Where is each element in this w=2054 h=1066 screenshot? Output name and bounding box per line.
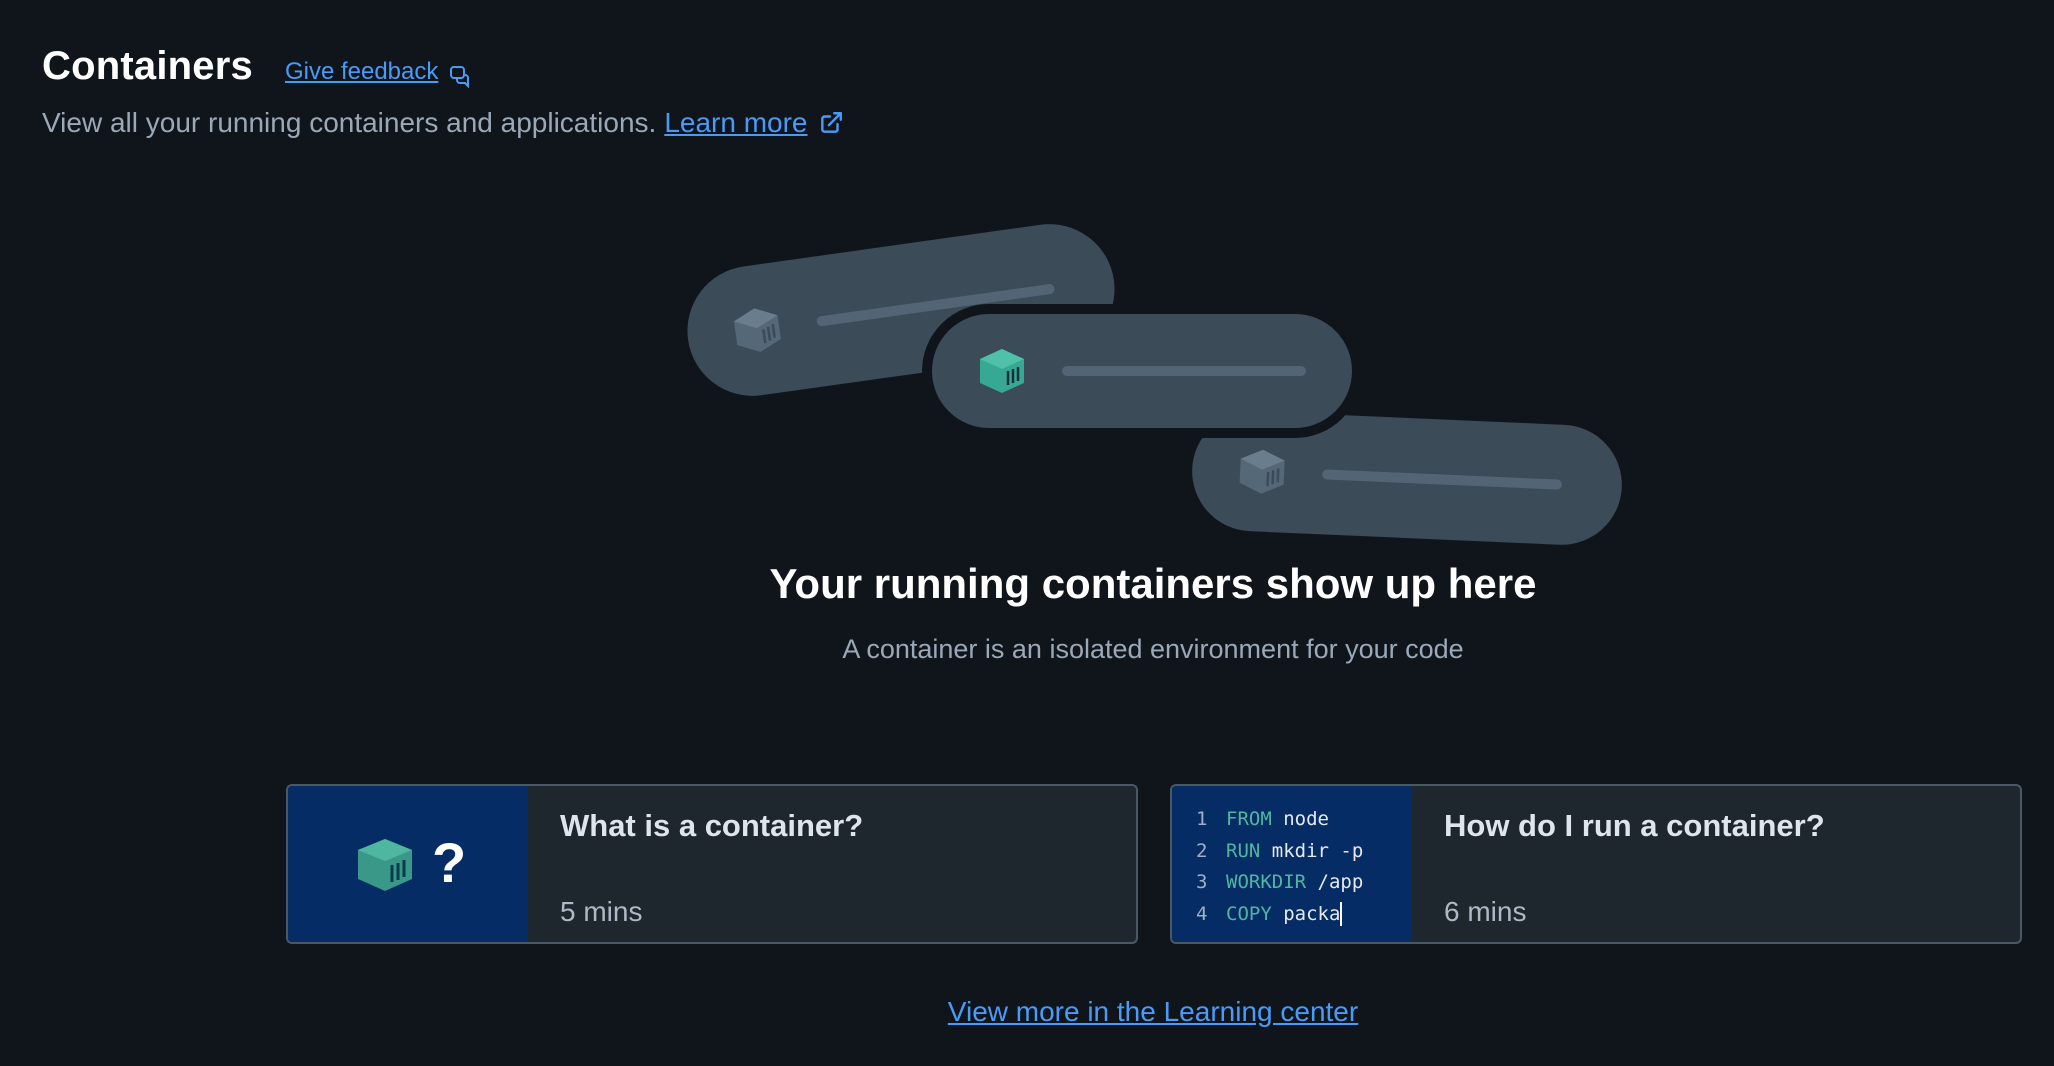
empty-state-title: Your running containers show up here [769, 560, 1537, 607]
give-feedback-label: Give feedback [284, 58, 439, 85]
container-cube-icon [1239, 449, 1285, 494]
page-title: Containers [42, 44, 253, 88]
code-line: 4 COPY packa [1196, 899, 1363, 931]
empty-state-subtitle: A container is an isolated environment f… [842, 634, 1464, 664]
card-thumbnail: 1 FROM node 2 RUN mkdir -p 3 WORKDIR /app 4… [1172, 786, 1412, 942]
code-line: 1 FROM node [1196, 804, 1363, 836]
line-number: 4 [1196, 902, 1208, 925]
card-duration: 5 mins [560, 896, 643, 927]
code-text: node [1271, 808, 1329, 830]
title-row: Containers Give feedback [42, 44, 844, 89]
code-snippet: 1 FROM node 2 RUN mkdir -p 3 WORKDIR /app 4… [1196, 804, 1363, 930]
card-thumbnail: ? [288, 786, 528, 942]
container-cube-icon [980, 349, 1024, 393]
line-number: 3 [1196, 871, 1208, 893]
learning-center-link-wrap: View more in the Learning center [0, 996, 2054, 1028]
external-link-icon [820, 112, 842, 133]
code-text: mkdir -p [1260, 839, 1364, 862]
card-body: How do I run a container? 6 mins [1412, 786, 1825, 942]
learning-card-run-container[interactable]: 1 FROM node 2 RUN mkdir -p 3 WORKDIR /app 4… [1170, 784, 2022, 944]
line-number: 2 [1196, 839, 1208, 862]
learn-more-link[interactable]: Learn more [664, 107, 843, 139]
code-keyword: FROM [1226, 808, 1272, 830]
code-line: 3 WORKDIR /app [1196, 867, 1363, 899]
learning-card-what-is-container[interactable]: ? What is a container? 5 mins [286, 784, 1138, 944]
container-pill-active [922, 304, 1362, 438]
page-header: Containers Give feedback View all your r… [42, 44, 844, 139]
question-mark-icon: ? [432, 831, 467, 894]
card-body: What is a container? 5 mins [528, 786, 863, 942]
code-text: packa [1271, 902, 1341, 925]
code-text: /app [1306, 871, 1364, 893]
containers-illustration [660, 200, 1660, 560]
text-cursor [1340, 902, 1343, 926]
page-subtitle: View all your running containers and app… [42, 107, 657, 138]
line-number: 1 [1196, 808, 1208, 830]
feedback-icon [450, 66, 470, 88]
code-keyword: WORKDIR [1226, 871, 1307, 893]
containers-page: Containers Give feedback View all your r… [0, 0, 2054, 1066]
code-line: 2 RUN mkdir -p [1196, 836, 1363, 868]
subtitle-row: View all your running containers and app… [42, 107, 844, 139]
card-title: How do I run a container? [1444, 808, 1825, 843]
container-bar [1062, 366, 1306, 376]
card-duration: 6 mins [1444, 896, 1527, 927]
learn-more-label: Learn more [664, 107, 808, 138]
code-keyword: COPY [1226, 902, 1272, 925]
give-feedback-link[interactable]: Give feedback [284, 58, 472, 88]
code-keyword: RUN [1226, 839, 1261, 862]
learning-center-link[interactable]: View more in the Learning center [948, 996, 1358, 1027]
card-title: What is a container? [560, 808, 864, 843]
container-cube-icon [733, 308, 781, 352]
container-bar [1321, 469, 1563, 490]
container-cube-icon [358, 839, 412, 891]
